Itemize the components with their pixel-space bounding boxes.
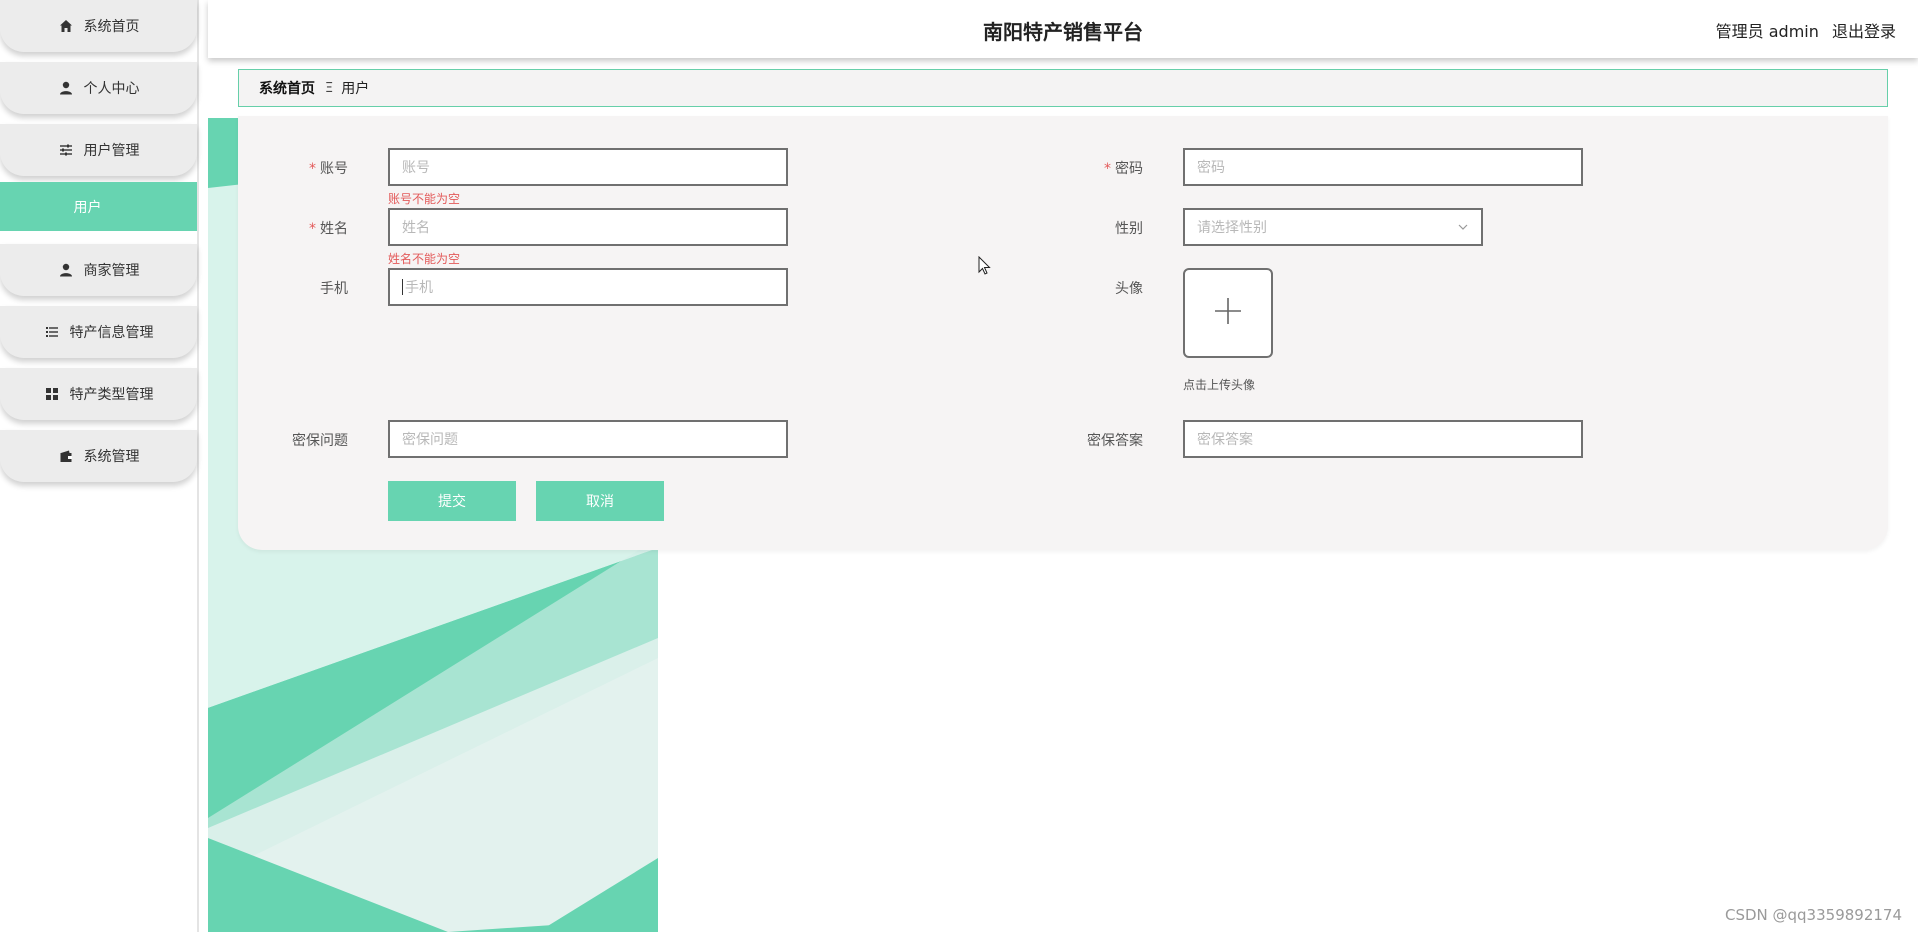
sidebar-item-label: 商家管理	[83, 263, 140, 279]
security-answer-label: 密保答案	[1087, 433, 1143, 449]
sidebar-item-merchant-management[interactable]: 商家管理	[0, 244, 197, 296]
sidebar-subitem-user[interactable]: 用户	[0, 182, 197, 231]
phone-label: 手机	[320, 281, 348, 297]
avatar-upload[interactable]	[1183, 268, 1273, 358]
sidebar-item-home[interactable]: 系统首页	[0, 0, 197, 52]
name-input[interactable]: 姓名	[388, 208, 788, 246]
sidebar-item-label: 特产类型管理	[69, 387, 154, 403]
phone-input[interactable]: 手机	[388, 268, 788, 306]
gender-select[interactable]: 请选择性别	[1183, 208, 1483, 246]
user-form: * 账号 账号 账号不能为空 * 密码 密码 * 姓名 姓名 姓名不能为空 性别 请选…	[238, 116, 1888, 550]
sidebar-item-label: 系统管理	[83, 449, 140, 465]
grid-icon	[44, 386, 60, 402]
account-label: * 账号	[309, 161, 348, 177]
breadcrumb-separator: Ξ	[325, 80, 334, 96]
breadcrumb: 系统首页 Ξ 用户	[238, 69, 1888, 107]
password-label: * 密码	[1104, 161, 1143, 177]
mouse-cursor-icon	[978, 255, 992, 280]
breadcrumb-home[interactable]: 系统首页	[259, 78, 315, 98]
account-error: 账号不能为空	[388, 192, 461, 206]
user-area: 管理员 admin 退出登录	[1716, 18, 1896, 42]
sidebar-item-label: 特产信息管理	[69, 325, 154, 341]
app-title: 南阳特产销售平台	[983, 20, 1143, 44]
security-question-input[interactable]: 密保问题	[388, 420, 788, 458]
user-icon	[58, 262, 74, 278]
sidebar-item-profile[interactable]: 个人中心	[0, 62, 197, 114]
submit-button[interactable]: 提交	[388, 481, 516, 521]
sidebar-item-product-info[interactable]: 特产信息管理	[0, 306, 197, 358]
list-icon	[44, 324, 60, 340]
wallet-icon	[58, 448, 74, 464]
sidebar-item-product-type[interactable]: 特产类型管理	[0, 368, 197, 420]
password-input[interactable]: 密码	[1183, 148, 1583, 186]
account-input[interactable]: 账号	[388, 148, 788, 186]
user-icon	[58, 80, 74, 96]
logout-link[interactable]: 退出登录	[1832, 22, 1896, 41]
top-header: 南阳特产销售平台 管理员 admin 退出登录	[208, 0, 1918, 58]
sidebar: 系统首页 个人中心 用户管理 用户 商家管理 特产信息管理 特产类型管理 系统管…	[0, 0, 199, 932]
watermark: CSDN @qq3359892174	[1724, 906, 1902, 924]
sidebar-item-user-management[interactable]: 用户管理	[0, 124, 197, 176]
name-error: 姓名不能为空	[388, 252, 461, 266]
name-label: * 姓名	[309, 221, 348, 237]
sidebar-item-label: 系统首页	[83, 19, 140, 35]
security-question-label: 密保问题	[292, 433, 348, 449]
home-icon	[58, 18, 74, 34]
cancel-button[interactable]: 取消	[536, 481, 664, 521]
sliders-icon	[58, 142, 74, 158]
gender-placeholder: 请选择性别	[1197, 220, 1267, 236]
gender-label: 性别	[1115, 221, 1143, 237]
security-answer-input[interactable]: 密保答案	[1183, 420, 1583, 458]
breadcrumb-current: 用户	[341, 81, 370, 97]
avatar-label: 头像	[1115, 281, 1143, 297]
user-label: 管理员 admin	[1715, 22, 1819, 41]
avatar-upload-hint: 点击上传头像	[1183, 378, 1256, 392]
chevron-down-icon	[1457, 221, 1469, 237]
sidebar-item-label: 个人中心	[83, 81, 140, 97]
sidebar-item-label: 用户管理	[83, 143, 140, 159]
plus-icon	[1213, 296, 1243, 330]
text-caret	[402, 279, 403, 295]
sidebar-subitem-label: 用户	[73, 199, 102, 216]
phone-placeholder: 手机	[405, 280, 433, 296]
sidebar-item-system[interactable]: 系统管理	[0, 430, 197, 482]
